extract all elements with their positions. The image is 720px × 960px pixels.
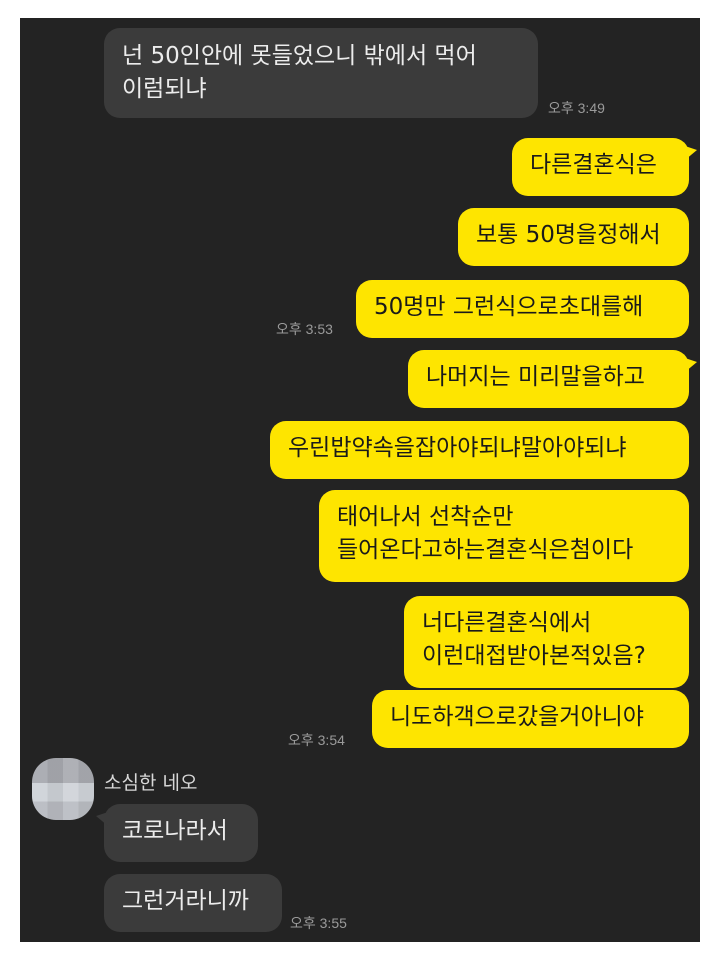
timestamp: 오후 3:53 — [276, 321, 333, 337]
message-text: 이런대접받아본적있음? — [422, 643, 646, 669]
message-bubble-outgoing[interactable]: 나머지는 미리말을하고 — [408, 350, 697, 408]
message-text: 태어나서 선착순만 — [337, 504, 514, 530]
message-bubble-outgoing[interactable]: 50명만 그런식으로초대를해 — [356, 280, 689, 338]
message-text: 넌 50인안에 못들었으니 밖에서 먹어 — [122, 43, 477, 69]
message-text: 니도하객으로갔을거아니야 — [390, 704, 644, 730]
message-text: 나머지는 미리말을하고 — [426, 364, 645, 390]
message-text: 다른결혼식은 — [530, 152, 657, 178]
timestamp: 오후 3:49 — [548, 100, 605, 116]
message-bubble-incoming[interactable]: 코로나라서 — [96, 804, 258, 862]
message-bubble-outgoing[interactable]: 너다른결혼식에서 이런대접받아본적있음? — [404, 596, 689, 688]
avatar[interactable] — [32, 758, 94, 820]
message-text: 너다른결혼식에서 — [422, 610, 592, 636]
timestamp: 오후 3:54 — [288, 732, 345, 748]
timestamp: 오후 3:55 — [290, 915, 347, 931]
message-text: 그런거라니까 — [122, 888, 249, 914]
message-text: 들어온다고하는결혼식은첨이다 — [337, 537, 634, 563]
message-bubble-outgoing[interactable]: 다른결혼식은 — [512, 138, 697, 196]
message-text: 코로나라서 — [122, 818, 228, 844]
message-bubble-outgoing[interactable]: 태어나서 선착순만 들어온다고하는결혼식은첨이다 — [319, 490, 689, 582]
message-bubble-outgoing[interactable]: 우린밥약속을잡아야되냐말아야되냐 — [270, 421, 689, 479]
message-bubble-incoming[interactable]: 넌 50인안에 못들었으니 밖에서 먹어 이럼되냐 — [104, 28, 538, 118]
message-bubble-outgoing[interactable]: 보통 50명을정해서 — [458, 208, 689, 266]
message-text: 50명만 그런식으로초대를해 — [374, 294, 644, 320]
message-text: 우린밥약속을잡아야되냐말아야되냐 — [288, 435, 627, 461]
message-bubble-incoming[interactable]: 그런거라니까 — [104, 874, 282, 932]
sender-name: 소심한 네오 — [104, 772, 198, 794]
message-bubble-outgoing[interactable]: 니도하객으로갔을거아니야 — [372, 690, 689, 748]
message-text: 이럼되냐 — [122, 76, 207, 102]
chat-area[interactable]: 넌 50인안에 못들었으니 밖에서 먹어 이럼되냐 오후 3:49 다른결혼식은… — [20, 18, 700, 942]
message-text: 보통 50명을정해서 — [476, 222, 661, 248]
